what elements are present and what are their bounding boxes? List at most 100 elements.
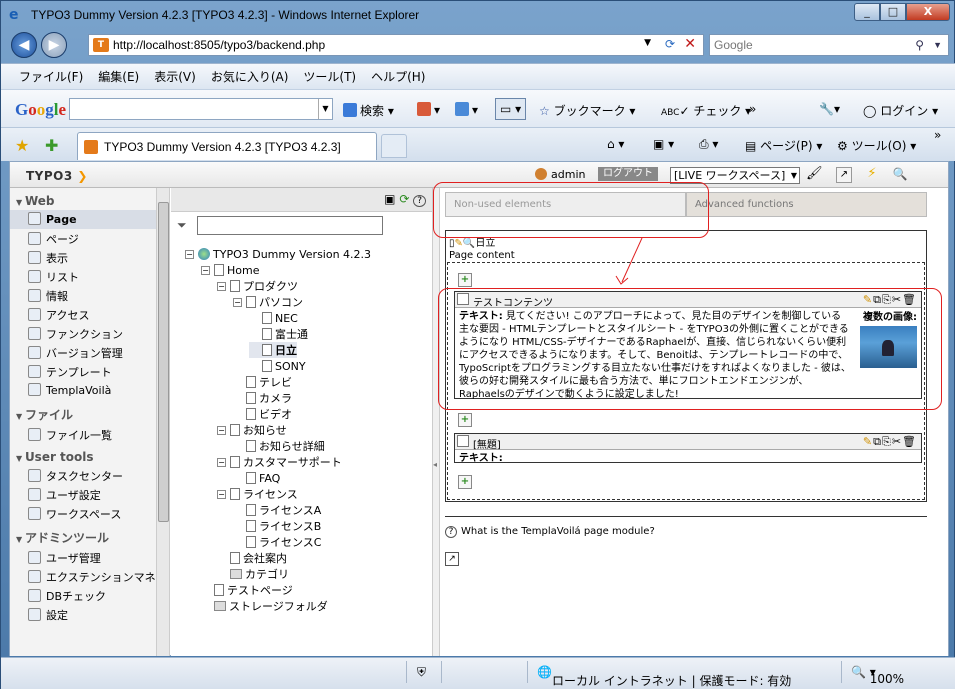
tree-node-label[interactable]: ストレージフォルダ (229, 598, 328, 614)
folder-icon[interactable] (214, 601, 226, 611)
view-page-icon[interactable]: 🔍 (463, 238, 475, 249)
tree-node-label[interactable]: ライセンスA (259, 502, 321, 518)
tree-node[interactable]: FAQ (233, 470, 280, 486)
popup-blocker-icon[interactable]: ▾ (417, 102, 440, 117)
page-icon[interactable] (230, 424, 240, 436)
tree-toggle-icon[interactable]: − (217, 457, 226, 467)
home-icon[interactable]: ⌂ ▾ (607, 137, 624, 151)
page-icon[interactable] (246, 392, 256, 404)
page-icon[interactable] (246, 376, 256, 388)
tree-toggle-icon[interactable]: − (217, 425, 226, 435)
open-window-icon[interactable]: ↗ (836, 167, 852, 183)
add-content-button-2[interactable]: + (458, 413, 472, 427)
refresh-tree-icon[interactable]: ⟳ (399, 192, 409, 206)
module-item[interactable]: 設定 (10, 605, 169, 624)
page-icon[interactable] (246, 408, 256, 420)
panel-divider[interactable]: ◂ (433, 188, 440, 656)
tree-node[interactable]: NEC (249, 310, 298, 326)
module-item[interactable]: エクステンションマネージャ (10, 567, 169, 586)
module-scrollbar[interactable] (156, 188, 169, 656)
screen-icon[interactable]: ▭ ▾ (495, 98, 527, 120)
print-icon[interactable]: ⎙ ▾ (699, 137, 718, 152)
tree-node[interactable]: − カスタマーサポート (217, 454, 342, 470)
edit-icon-2[interactable]: ✎ (863, 435, 873, 448)
workspace-dropdown-icon[interactable]: ▼ (791, 168, 797, 183)
module-item[interactable]: バージョン管理 (10, 343, 169, 362)
module-item[interactable]: DBチェック (10, 586, 169, 605)
favorites-star-icon[interactable]: ★ (15, 136, 29, 155)
stop-icon[interactable]: ✕ (684, 36, 696, 52)
search-box[interactable]: Google ⚲ ▼ (709, 34, 949, 56)
tree-node-label[interactable]: TYPO3 Dummy Version 4.2.3 (213, 248, 371, 261)
menu-edit[interactable]: 編集(E) (98, 68, 139, 85)
page-icon[interactable] (246, 504, 256, 516)
tree-node[interactable]: テストページ (201, 582, 293, 598)
page-icon[interactable] (246, 440, 256, 452)
module-item[interactable]: Page (10, 210, 169, 229)
module-item[interactable]: TemplaVoilà (10, 381, 169, 400)
cut-icon-2[interactable]: ✂ (892, 435, 902, 448)
module-item[interactable]: ページ (10, 229, 169, 248)
globe-icon[interactable] (198, 248, 210, 260)
google-plus-icon[interactable]: ▾ (455, 102, 478, 117)
tree-node-label[interactable]: ビデオ (259, 406, 292, 422)
browser-tab[interactable]: TYPO3 Dummy Version 4.2.3 [TYPO3 4.2.3] (77, 132, 377, 160)
page-icon[interactable] (246, 296, 256, 308)
tree-node[interactable]: カメラ (233, 390, 292, 406)
tree-node-label[interactable]: SONY (275, 360, 306, 373)
tree-node-label[interactable]: Home (227, 264, 259, 277)
google-search-button[interactable]: 検索 ▾ (343, 102, 394, 119)
tree-node[interactable]: − パソコン (233, 294, 303, 310)
page-icon[interactable] (214, 584, 224, 596)
tree-node[interactable]: 会社案内 (217, 550, 287, 566)
help-link[interactable]: ? What is the TemplaVoilá page module? (445, 526, 655, 538)
maximize-button[interactable]: □ (880, 3, 906, 21)
module-item[interactable]: ユーザ管理 (10, 548, 169, 567)
tree-node-label[interactable]: お知らせ詳細 (259, 438, 325, 454)
tree-node-label[interactable]: テストページ (227, 582, 293, 598)
tree-node[interactable]: ビデオ (233, 406, 292, 422)
page-icon[interactable] (246, 472, 256, 484)
tree-node-label[interactable]: プロダクツ (243, 278, 298, 294)
module-item[interactable]: ファンクション (10, 324, 169, 343)
tree-toggle-icon[interactable]: − (201, 265, 210, 275)
page-icon[interactable] (262, 344, 272, 356)
module-item[interactable]: リスト (10, 267, 169, 286)
page-icon[interactable] (262, 360, 272, 372)
tree-node-label[interactable]: パソコン (259, 294, 303, 310)
add-content-button[interactable]: + (458, 273, 472, 287)
tree-node-label[interactable]: 日立 (275, 342, 297, 358)
search-magnifier-icon[interactable]: 🔍 (892, 167, 908, 183)
module-item[interactable]: ユーザ設定 (10, 485, 169, 504)
tree-node[interactable]: 日立 (249, 342, 297, 358)
module-section-2[interactable]: User tools (10, 444, 169, 466)
feeds-icon[interactable]: ▣ ▾ (653, 137, 674, 151)
search-dropdown-icon[interactable]: ▼ (933, 40, 942, 50)
content-element-2[interactable]: [無題] ✎⧉⎘✂🗑 テキスト: (454, 433, 922, 464)
tree-node-label[interactable]: テレビ (259, 374, 292, 390)
module-item[interactable]: ファイル一覧 (10, 425, 169, 444)
address-url[interactable]: http://localhost:8505/typo3/backend.php (113, 38, 325, 52)
address-bar[interactable]: T http://localhost:8505/typo3/backend.ph… (88, 34, 704, 56)
forward-button[interactable]: ▶ (41, 32, 67, 58)
content-type-icon[interactable] (457, 293, 469, 305)
module-item[interactable]: 表示 (10, 248, 169, 267)
tree-node[interactable]: SONY (249, 358, 306, 374)
tab-advanced-functions[interactable]: Advanced functions (686, 192, 927, 217)
address-dropdown-icon[interactable]: ▼ (644, 38, 651, 48)
tree-node-label[interactable]: カスタマーサポート (243, 454, 342, 470)
tree-node[interactable]: 富士通 (249, 326, 308, 342)
module-item[interactable]: アクセス (10, 305, 169, 324)
tree-toggle-icon[interactable]: − (217, 489, 226, 499)
module-item[interactable]: 情報 (10, 286, 169, 305)
copy-icon-2[interactable]: ⧉ (873, 435, 882, 448)
cache-flash-icon[interactable]: ⚡ (864, 167, 880, 183)
page-menu-button[interactable]: ▤ ページ(P) ▾ (745, 137, 822, 154)
new-tab-button[interactable] (381, 134, 407, 158)
module-item[interactable]: タスクセンター (10, 466, 169, 485)
edit-icon[interactable]: ✎ (863, 293, 873, 306)
edit-page-icon[interactable]: ✎ (455, 238, 463, 249)
tree-node-label[interactable]: 富士通 (275, 326, 308, 342)
google-bookmarks-button[interactable]: ☆ ブックマーク ▾ (539, 102, 635, 119)
tree-node[interactable]: ストレージフォルダ (201, 598, 328, 614)
